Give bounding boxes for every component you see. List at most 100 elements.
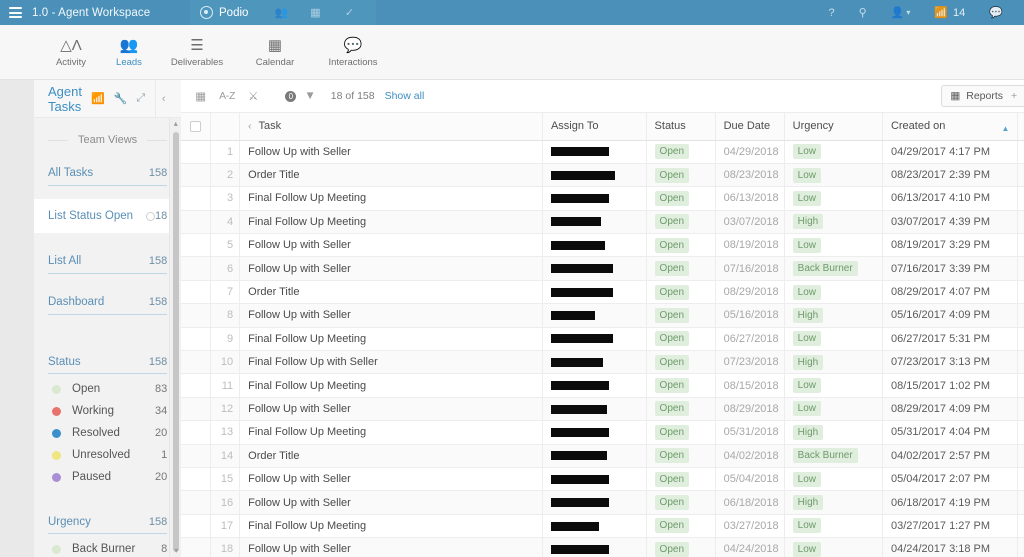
cell-urgency[interactable]: Back Burner xyxy=(784,256,883,281)
facet-status-resolved[interactable]: Resolved 20 xyxy=(48,422,167,444)
cell-task[interactable]: Follow Up with Seller xyxy=(239,537,543,557)
cell-urgency[interactable]: Low xyxy=(784,233,883,258)
cell-assign-to[interactable] xyxy=(542,397,647,422)
cell-created-on[interactable]: 04/02/2017 2:57 PM xyxy=(882,444,1019,468)
app-nav-item-leads[interactable]: 👥 Leads xyxy=(100,37,158,68)
facet-status-paused[interactable]: Paused 20 xyxy=(48,466,167,488)
cell-created-on[interactable]: 08/15/2017 1:02 PM xyxy=(882,373,1019,398)
cell-status[interactable]: Open xyxy=(646,373,716,398)
help-icon[interactable]: ? xyxy=(817,7,845,19)
cell-task[interactable]: Follow Up with Seller xyxy=(239,467,543,492)
cell-created-on[interactable]: 04/24/2017 3:18 PM xyxy=(882,537,1019,557)
cell-assign-to[interactable] xyxy=(542,537,647,557)
cell-task[interactable]: Follow Up with Seller xyxy=(239,303,543,328)
cell-task[interactable]: Final Follow Up Meeting xyxy=(239,186,543,211)
row-checkbox-cell[interactable] xyxy=(181,467,211,492)
table-row[interactable]: 14 Order Title Open 04/02/2018 Back Burner 04… xyxy=(181,444,1024,468)
cell-urgency[interactable]: High xyxy=(784,303,883,328)
table-row[interactable]: 9 Final Follow Up Meeting Open 06/27/2018 Lo… xyxy=(181,327,1024,352)
cell-task[interactable]: Follow Up with Seller xyxy=(239,256,543,281)
cell-due-date[interactable]: 05/31/2018 xyxy=(715,420,785,445)
row-checkbox-cell[interactable] xyxy=(181,444,211,468)
cell-due-date[interactable]: 04/24/2018 xyxy=(715,537,785,557)
cell-status[interactable]: Open xyxy=(646,490,716,515)
expand-icon[interactable]: ⤢ xyxy=(136,92,145,105)
podio-brand[interactable]: Podio xyxy=(200,6,248,19)
cell-assign-to[interactable] xyxy=(542,256,647,281)
wrench-icon[interactable]: 🔧 xyxy=(114,92,128,105)
cell-status[interactable]: Open xyxy=(646,256,716,281)
column-header-created-on[interactable]: Created on ▲ xyxy=(882,113,1019,141)
cell-urgency[interactable]: Low xyxy=(784,467,883,492)
cell-created-on[interactable]: 07/16/2017 3:39 PM xyxy=(882,256,1019,281)
cell-status[interactable]: Open xyxy=(646,467,716,492)
cell-task[interactable]: Follow Up with Seller xyxy=(239,397,543,422)
cell-assign-to[interactable] xyxy=(542,420,647,445)
facet-urgency-back-burner[interactable]: Back Burner 8 xyxy=(48,538,167,557)
cell-urgency[interactable]: Low xyxy=(784,163,883,188)
cell-created-on[interactable]: 08/29/2017 4:07 PM xyxy=(882,280,1019,305)
row-checkbox-cell[interactable] xyxy=(181,140,211,164)
select-all-checkbox[interactable] xyxy=(190,120,202,132)
cell-task[interactable]: Final Follow Up Meeting xyxy=(239,420,543,445)
hamburger-icon[interactable] xyxy=(9,7,22,18)
row-checkbox-cell[interactable] xyxy=(181,163,211,188)
cell-urgency[interactable]: Low xyxy=(784,186,883,211)
cell-assign-to[interactable] xyxy=(542,373,647,398)
table-row[interactable]: 15 Follow Up with Seller Open 05/04/2018 Low… xyxy=(181,467,1024,492)
cell-assign-to[interactable] xyxy=(542,186,647,211)
cell-status[interactable]: Open xyxy=(646,210,716,235)
app-nav-item-interactions[interactable]: 💬 Interactions xyxy=(314,37,392,68)
facet-header-urgency[interactable]: Urgency 158 xyxy=(48,510,168,534)
cell-assign-to[interactable] xyxy=(542,490,647,515)
row-checkbox-cell[interactable] xyxy=(181,256,211,281)
columns-icon[interactable]: ▦ xyxy=(195,89,206,103)
cell-status[interactable]: Open xyxy=(646,420,716,445)
column-header-due-date[interactable]: Due Date xyxy=(715,113,785,141)
cell-task[interactable]: Follow Up with Seller xyxy=(239,140,543,164)
row-checkbox-cell[interactable] xyxy=(181,397,211,422)
table-row[interactable]: 1 Follow Up with Seller Open 04/29/2018 Low 0… xyxy=(181,140,1024,164)
cell-urgency[interactable]: High xyxy=(784,350,883,375)
rss-icon[interactable]: 📶 xyxy=(91,92,105,105)
cell-due-date[interactable]: 04/29/2018 xyxy=(715,140,785,164)
cell-assign-to[interactable] xyxy=(542,303,647,328)
table-row[interactable]: 18 Follow Up with Seller Open 04/24/2018 Low… xyxy=(181,537,1024,557)
cell-due-date[interactable]: 06/13/2018 xyxy=(715,186,785,211)
chevron-left-icon[interactable]: ‹ xyxy=(248,121,251,132)
sidebar-view-dashboard[interactable]: Dashboard 158 xyxy=(48,287,168,315)
cell-created-on[interactable]: 08/23/2017 2:39 PM xyxy=(882,163,1019,188)
cell-status[interactable]: Open xyxy=(646,537,716,557)
cell-task[interactable]: Order Title xyxy=(239,280,543,305)
table-row[interactable]: 16 Follow Up with Seller Open 06/18/2018 Hig… xyxy=(181,490,1024,515)
cell-assign-to[interactable] xyxy=(542,350,647,375)
cell-status[interactable]: Open xyxy=(646,327,716,352)
search-icon[interactable]: ⚲ xyxy=(848,6,878,19)
cell-status[interactable]: Open xyxy=(646,163,716,188)
calendar-icon[interactable]: ▦ xyxy=(298,6,332,19)
row-checkbox-cell[interactable] xyxy=(181,490,211,515)
cell-status[interactable]: Open xyxy=(646,186,716,211)
cell-task[interactable]: Follow Up with Seller xyxy=(239,233,543,258)
cell-urgency[interactable]: Low xyxy=(784,140,883,164)
cell-created-on[interactable]: 04/29/2017 4:17 PM xyxy=(882,140,1019,164)
reports-button[interactable]: ▦ Reports + xyxy=(941,85,1024,107)
cell-urgency[interactable]: Low xyxy=(784,514,883,539)
row-checkbox-cell[interactable] xyxy=(181,327,211,352)
cell-urgency[interactable]: Low xyxy=(784,537,883,557)
table-row[interactable]: 4 Final Follow Up Meeting Open 03/07/2018 Hi… xyxy=(181,210,1024,235)
sidebar-scrollbar-thumb[interactable] xyxy=(173,132,180,552)
cell-urgency[interactable]: Low xyxy=(784,327,883,352)
cell-task[interactable]: Final Follow Up Meeting xyxy=(239,327,543,352)
table-row[interactable]: 3 Final Follow Up Meeting Open 06/13/2018 Lo… xyxy=(181,186,1024,211)
filter-count-icon[interactable]: 0 xyxy=(285,90,297,102)
cell-task[interactable]: Final Follow Up with Seller xyxy=(239,350,543,375)
cell-task[interactable]: Final Follow Up Meeting xyxy=(239,210,543,235)
view-options-icon[interactable] xyxy=(145,211,155,221)
cell-task[interactable]: Final Follow Up Meeting xyxy=(239,514,543,539)
facet-header-status[interactable]: Status 158 xyxy=(48,350,168,374)
cell-created-on[interactable]: 06/18/2017 4:19 PM xyxy=(882,490,1019,515)
cell-urgency[interactable]: High xyxy=(784,490,883,515)
row-checkbox-cell[interactable] xyxy=(181,280,211,305)
cell-created-on[interactable]: 08/29/2017 4:09 PM xyxy=(882,397,1019,422)
